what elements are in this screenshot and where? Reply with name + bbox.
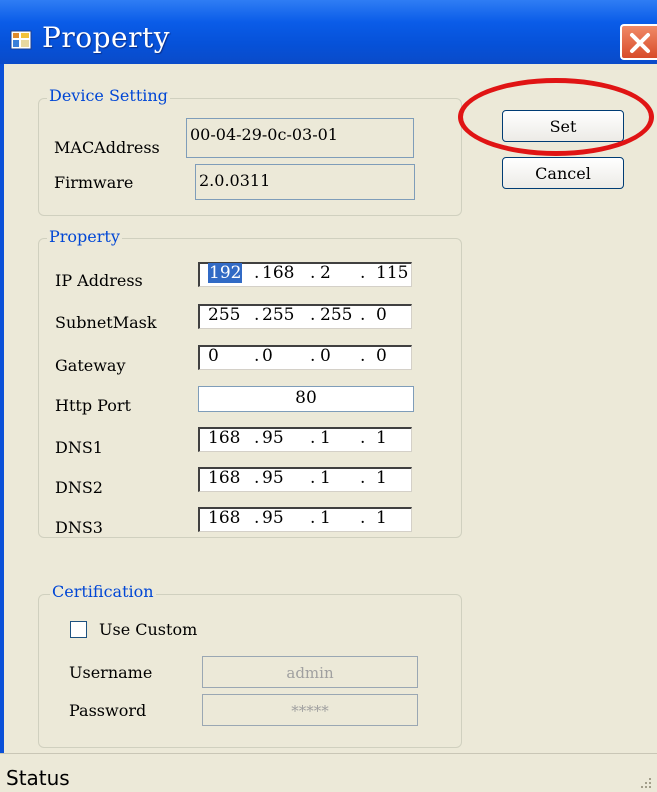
gateway-octet-4[interactable]: 0 xyxy=(376,346,387,366)
ip-dot: . xyxy=(310,508,316,528)
ip-dot: . xyxy=(310,428,316,448)
dns3-octet-3[interactable]: 1 xyxy=(320,508,331,528)
certification-group-label: Certification xyxy=(50,582,156,601)
firmware-field[interactable]: 2.0.0311 xyxy=(195,164,415,200)
dns3-octet-1[interactable]: 168 xyxy=(208,508,240,528)
status-bar: Status xyxy=(0,753,657,792)
window-app-icon xyxy=(10,30,32,50)
use-custom-checkbox[interactable] xyxy=(70,621,87,638)
username-input[interactable]: admin xyxy=(202,656,418,688)
ip-dot: . xyxy=(254,428,260,448)
window-frame xyxy=(0,64,4,764)
resize-grip-icon[interactable] xyxy=(641,778,651,788)
ip-dot: . xyxy=(254,468,260,488)
dns2-octet-3[interactable]: 1 xyxy=(320,468,331,488)
dns2-octet-1[interactable]: 168 xyxy=(208,468,240,488)
dns3-label: DNS3 xyxy=(55,518,103,537)
subnet-octet-4[interactable]: 0 xyxy=(376,305,387,325)
ip-dot: . xyxy=(310,468,316,488)
ip-octet-4[interactable]: 115 xyxy=(376,263,408,283)
subnet-mask-label: SubnetMask xyxy=(55,313,157,332)
dns3-octet-4[interactable]: 1 xyxy=(376,508,387,528)
ip-dot: . xyxy=(310,305,316,325)
property-group-label: Property xyxy=(47,227,122,246)
dns1-input[interactable]: 168 . 95 . 1 . 1 xyxy=(198,427,412,452)
close-button[interactable] xyxy=(620,24,657,60)
mac-address-field[interactable]: 00-04-29-0c-03-01 xyxy=(186,118,414,158)
dns1-octet-3[interactable]: 1 xyxy=(320,428,331,448)
mac-address-label: MACAddress xyxy=(54,138,160,157)
gateway-label: Gateway xyxy=(55,356,126,375)
title-bar[interactable]: Property xyxy=(0,0,657,64)
dns1-octet-2[interactable]: 95 xyxy=(262,428,284,448)
subnet-octet-3[interactable]: 255 xyxy=(320,305,352,325)
close-icon xyxy=(630,33,650,53)
subnet-mask-input[interactable]: 255 . 255 . 255 . 0 xyxy=(198,304,412,329)
dns2-input[interactable]: 168 . 95 . 1 . 1 xyxy=(198,467,412,492)
http-port-input[interactable]: 80 xyxy=(198,386,414,412)
ip-address-input[interactable]: 192 . 168 . 2 . 115 xyxy=(198,262,412,287)
set-button-highlight-circle xyxy=(458,78,654,156)
device-setting-group-label: Device Setting xyxy=(47,86,170,105)
subnet-octet-2[interactable]: 255 xyxy=(262,305,294,325)
status-text: Status xyxy=(6,766,70,790)
username-label: Username xyxy=(69,663,153,682)
dns3-input[interactable]: 168 . 95 . 1 . 1 xyxy=(198,507,412,532)
ip-dot: . xyxy=(310,346,316,366)
ip-address-label: IP Address xyxy=(55,271,143,290)
cancel-button[interactable]: Cancel xyxy=(502,157,624,189)
ip-dot: . xyxy=(360,263,366,283)
window-title: Property xyxy=(42,21,171,54)
http-port-label: Http Port xyxy=(55,396,131,415)
ip-dot: . xyxy=(310,263,316,283)
gateway-input[interactable]: 0 . 0 . 0 . 0 xyxy=(198,345,412,370)
dns3-octet-2[interactable]: 95 xyxy=(262,508,284,528)
gateway-octet-1[interactable]: 0 xyxy=(208,346,219,366)
password-label: Password xyxy=(69,701,147,720)
dns2-label: DNS2 xyxy=(55,478,103,497)
subnet-octet-1[interactable]: 255 xyxy=(208,305,240,325)
ip-dot: . xyxy=(254,346,260,366)
dns1-label: DNS1 xyxy=(55,438,103,457)
dns1-octet-1[interactable]: 168 xyxy=(208,428,240,448)
property-window: Property Device Setting MACAddress 00-04… xyxy=(0,0,657,792)
ip-dot: . xyxy=(360,468,366,488)
dns2-octet-2[interactable]: 95 xyxy=(262,468,284,488)
gateway-octet-3[interactable]: 0 xyxy=(320,346,331,366)
ip-octet-2[interactable]: 168 xyxy=(262,263,294,283)
ip-octet-1[interactable]: 192 xyxy=(208,263,243,283)
ip-dot: . xyxy=(254,263,260,283)
password-input[interactable]: ***** xyxy=(202,694,418,726)
use-custom-label[interactable]: Use Custom xyxy=(99,620,197,639)
dns2-octet-4[interactable]: 1 xyxy=(376,468,387,488)
ip-dot: . xyxy=(254,305,260,325)
ip-dot: . xyxy=(254,508,260,528)
ip-dot: . xyxy=(360,508,366,528)
ip-octet-3[interactable]: 2 xyxy=(320,263,331,283)
dns1-octet-4[interactable]: 1 xyxy=(376,428,387,448)
ip-dot: . xyxy=(360,346,366,366)
ip-dot: . xyxy=(360,428,366,448)
gateway-octet-2[interactable]: 0 xyxy=(262,346,273,366)
firmware-label: Firmware xyxy=(54,173,134,192)
ip-dot: . xyxy=(360,305,366,325)
